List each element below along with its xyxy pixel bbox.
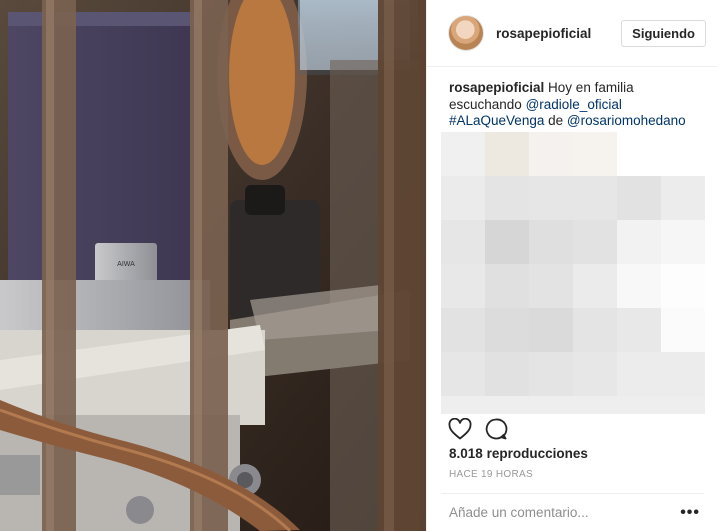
comment-input[interactable] [449,505,669,520]
view-count-number: 8.018 [449,446,483,461]
comment-icon[interactable] [484,417,508,446]
caption-author-link[interactable]: rosapepioficial [449,80,544,95]
post-media[interactable]: AIWA [0,0,426,531]
view-count-label: reproducciones [486,446,588,461]
speaker-brand-text: AIWA [117,261,135,268]
blurred-comments-area [441,132,705,414]
caption-text-2: de [548,113,564,128]
divider [441,413,704,414]
post-sidebar: rosapepioficial Siguiendo rosapepioficia… [426,0,717,531]
comment-form: ••• [441,493,704,531]
action-bar [448,417,508,446]
post-header: rosapepioficial Siguiendo [427,0,717,67]
mention-radiole-link[interactable]: @radiole_oficial [526,97,622,112]
mention-rosariomohedano-link[interactable]: @rosariomohedano [567,113,686,128]
view-count[interactable]: 8.018 reproducciones [449,446,588,461]
post-caption: rosapepioficial Hoy en familia escuchand… [449,80,707,130]
following-button[interactable]: Siguiendo [621,19,706,47]
post-timestamp[interactable]: HACE 19 HORAS [449,469,533,480]
avatar[interactable] [448,15,484,51]
hashtag-link[interactable]: #ALaQueVenga [449,113,544,128]
media-image: AIWA [0,0,426,531]
username-link[interactable]: rosapepioficial [496,26,591,41]
heart-icon[interactable] [448,417,472,445]
more-options-icon[interactable]: ••• [680,504,700,522]
